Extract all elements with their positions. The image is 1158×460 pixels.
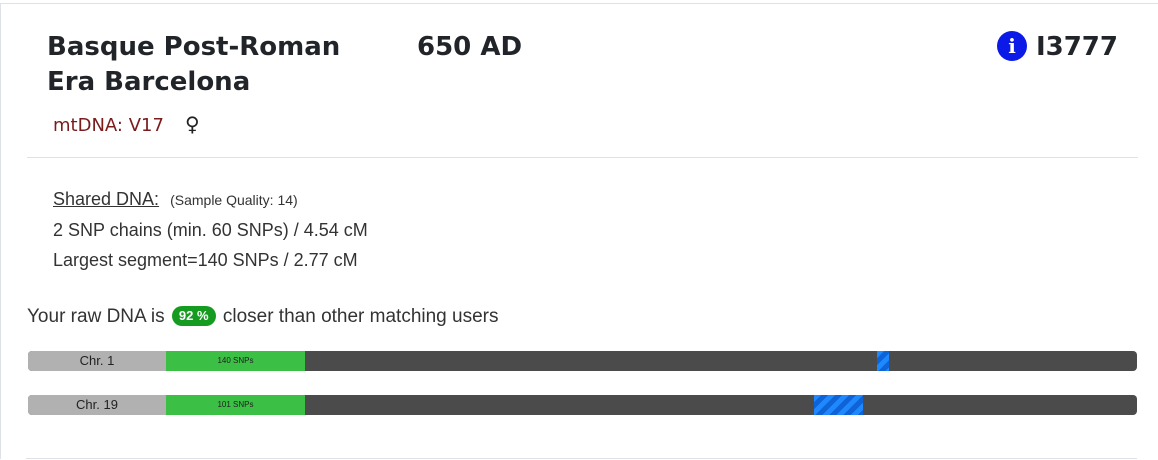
snp-count: 101 SNPs xyxy=(166,395,305,415)
largest-segment: Largest segment=140 SNPs / 2.77 cM xyxy=(53,250,358,270)
chromosome-bar[interactable]: Chr. 1 140 SNPs xyxy=(28,351,1137,371)
raw-dna-comparison: Your raw DNA is 92 % closer than other m… xyxy=(27,304,498,330)
chromosome-label: Chr. 19 xyxy=(28,395,166,415)
female-icon: ♀ xyxy=(185,112,200,136)
culture-title: Basque Post-Roman Era Barcelona xyxy=(47,32,341,97)
snp-chains: 2 SNP chains (min. 60 SNPs) / 4.54 cM xyxy=(53,220,368,240)
shared-dna-block: Shared DNA: (Sample Quality: 14) 2 SNP c… xyxy=(53,184,653,275)
chromosome-bar[interactable]: Chr. 19 101 SNPs xyxy=(28,395,1137,415)
chromosome-label: Chr. 1 xyxy=(28,351,166,371)
shared-dna-heading: Shared DNA: (Sample Quality: 14) xyxy=(53,184,653,215)
shared-dna-label: Shared DNA: xyxy=(53,189,160,209)
sample-card: Basque Post-Roman Era Barcelona 650 AD i… xyxy=(0,3,1158,459)
shared-segment[interactable] xyxy=(813,395,864,415)
shared-segment[interactable] xyxy=(876,351,889,371)
divider xyxy=(26,458,1137,459)
closeness-badge: 92 % xyxy=(171,306,216,326)
raw-dna-suffix: closer than other matching users xyxy=(222,306,499,327)
sample-id: I3777 xyxy=(1035,32,1118,62)
info-icon[interactable]: i xyxy=(997,31,1027,61)
snp-count: 140 SNPs xyxy=(166,351,305,371)
sample-quality: (Sample Quality: 14) xyxy=(170,192,298,208)
sample-date: 650 AD xyxy=(417,32,523,62)
mtdna-haplogroup: mtDNA: V17 xyxy=(53,115,164,136)
sample-header: Basque Post-Roman Era Barcelona 650 AD i… xyxy=(27,4,1138,158)
raw-dna-prefix: Your raw DNA is xyxy=(27,306,165,327)
